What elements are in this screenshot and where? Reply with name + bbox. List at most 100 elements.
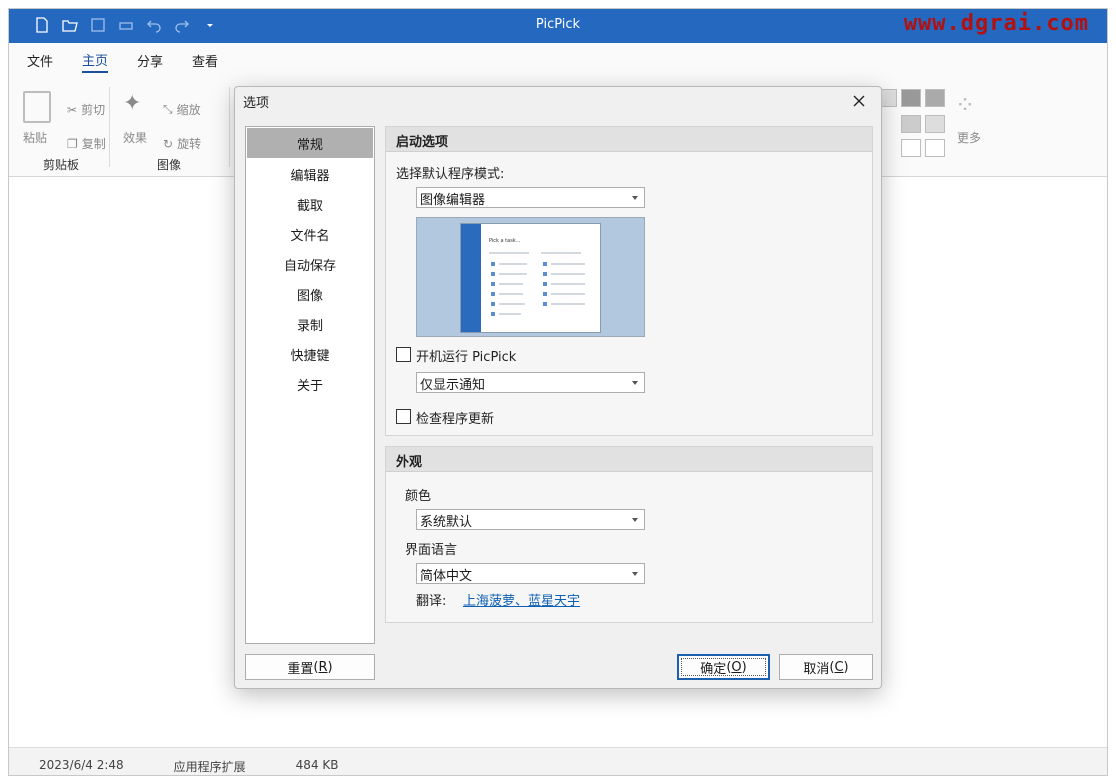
language-select-value: 简体中文 — [420, 569, 473, 584]
preview-line — [499, 283, 523, 285]
chevron-down-icon — [632, 196, 638, 200]
preview-heading: Pick a task... — [489, 238, 521, 244]
rotate-icon: ↻ — [163, 136, 174, 151]
preview-line — [499, 293, 523, 295]
cancel-button[interactable]: 取消(C) — [779, 654, 873, 680]
appearance-panel-header: 外观 — [386, 447, 872, 472]
color-swatch[interactable] — [925, 139, 945, 157]
nav-item-filename[interactable]: 文件名 — [246, 219, 374, 249]
language-label: 界面语言 — [405, 543, 458, 558]
cut-button[interactable]: ✂ 剪切 — [67, 101, 105, 118]
watermark-text: www.dgrai.com — [903, 11, 1089, 36]
file-size: 484 KB — [295, 758, 339, 772]
close-icon[interactable] — [849, 91, 869, 111]
background-status-bar: 2023/6/4 2:48 应用程序扩展 484 KB — [9, 747, 1107, 775]
preview-line — [499, 303, 525, 305]
notify-select[interactable]: 仅显示通知 — [416, 372, 645, 393]
more-icon[interactable]: ⁘ — [955, 91, 975, 119]
nav-item-about[interactable]: 关于 — [246, 369, 374, 399]
more-button[interactable]: 更多 — [957, 129, 981, 146]
dialog-title: 选项 — [243, 96, 270, 111]
preview-dot — [491, 262, 495, 266]
mode-select[interactable]: 图像编辑器 — [416, 187, 645, 208]
translator-link[interactable]: 上海菠萝、蓝星天宇 — [463, 590, 580, 609]
run-at-startup-label[interactable]: 开机运行 PicPick — [416, 346, 516, 365]
translate-label: 翻译: — [416, 594, 447, 609]
clipboard-group-label: 剪贴板 — [42, 158, 79, 172]
clipboard-group: 粘贴 ✂ 剪切 ❐ 复制 剪贴板 — [15, 81, 107, 177]
nav-item-capture[interactable]: 截取 — [246, 189, 374, 219]
run-at-startup-checkbox[interactable] — [396, 347, 411, 362]
rotate-button[interactable]: ↻ 旋转 — [163, 135, 201, 152]
nav-item-editor[interactable]: 编辑器 — [246, 159, 374, 189]
copy-button[interactable]: ❐ 复制 — [67, 135, 106, 152]
preview-dot — [491, 302, 495, 306]
chevron-down-icon — [632, 572, 638, 576]
magic-wand-icon[interactable]: ✦ — [123, 91, 141, 116]
mode-select-value: 图像编辑器 — [420, 193, 486, 208]
ok-button[interactable]: 确定(O) — [677, 654, 770, 680]
ribbon-tabs: 文件 主页 分享 查看 — [9, 43, 1107, 77]
nav-item-recording[interactable]: 录制 — [246, 309, 374, 339]
preview-line — [499, 273, 527, 275]
tab-view[interactable]: 查看 — [192, 49, 218, 72]
preview-dot — [543, 272, 547, 276]
nav-item-autosave[interactable]: 自动保存 — [246, 249, 374, 279]
preview-line — [489, 252, 529, 254]
color-select[interactable]: 系统默认 — [416, 509, 645, 530]
chevron-down-icon — [632, 518, 638, 522]
preview-line — [541, 252, 581, 254]
preview-sidebar — [461, 224, 481, 332]
resize-button[interactable]: ⤡ 缩放 — [163, 101, 201, 118]
options-dialog: 选项 常规 编辑器 截取 文件名 自动保存 图像 录制 快捷键 关于 启动选项 … — [234, 86, 882, 689]
check-update-label[interactable]: 检查程序更新 — [416, 408, 494, 427]
preview-dot — [543, 282, 547, 286]
copy-icon: ❐ — [67, 136, 78, 151]
resize-icon: ⤡ — [163, 102, 173, 116]
color-swatch[interactable] — [901, 89, 921, 107]
image-group-label: 图像 — [156, 158, 181, 172]
mode-preview-image: Pick a task... — [416, 217, 645, 337]
reset-button[interactable]: 重置(R) — [245, 654, 375, 680]
copy-label: 复制 — [81, 137, 106, 151]
preview-dot — [543, 302, 547, 306]
preview-line — [551, 263, 585, 265]
paste-icon[interactable] — [23, 91, 51, 123]
preview-line — [499, 263, 527, 265]
ribbon-divider — [229, 87, 230, 167]
cut-label: 剪切 — [81, 103, 106, 117]
color-select-value: 系统默认 — [420, 515, 473, 530]
preview-dot — [543, 292, 547, 296]
startup-panel: 启动选项 选择默认程序模式: 图像编辑器 Pick a task... 开机运行… — [385, 126, 873, 436]
preview-dot — [543, 262, 547, 266]
preview-dot — [491, 292, 495, 296]
color-swatch[interactable] — [901, 115, 921, 133]
paste-button[interactable]: 粘贴 — [23, 129, 47, 146]
tab-home[interactable]: 主页 — [82, 48, 109, 73]
file-type: 应用程序扩展 — [173, 760, 246, 774]
nav-item-general[interactable]: 常规 — [247, 128, 373, 158]
cancel-label: 取消 — [803, 661, 830, 677]
color-swatch[interactable] — [901, 139, 921, 157]
rotate-label: 旋转 — [177, 137, 202, 151]
preview-line — [551, 283, 585, 285]
preview-line — [551, 273, 585, 275]
language-select[interactable]: 简体中文 — [416, 563, 645, 584]
color-swatch[interactable] — [925, 89, 945, 107]
nav-item-hotkeys[interactable]: 快捷键 — [246, 339, 374, 369]
preview-dot — [491, 282, 495, 286]
color-swatch[interactable] — [925, 115, 945, 133]
ok-accelerator: O — [731, 659, 742, 675]
tab-file[interactable]: 文件 — [27, 49, 53, 72]
nav-item-image[interactable]: 图像 — [246, 279, 374, 309]
notify-select-value: 仅显示通知 — [420, 378, 486, 393]
options-nav: 常规 编辑器 截取 文件名 自动保存 图像 录制 快捷键 关于 — [245, 126, 375, 644]
check-update-checkbox[interactable] — [396, 409, 411, 424]
resize-label: 缩放 — [176, 103, 201, 117]
reset-accelerator: R — [318, 659, 328, 675]
image-group: ✦ 效果 ⤡ 缩放 ↻ 旋转 图像 — [113, 81, 225, 177]
tab-share[interactable]: 分享 — [137, 49, 163, 72]
title-bar: PicPick www.dgrai.com — [9, 9, 1107, 43]
preview-dot — [491, 272, 495, 276]
effects-button[interactable]: 效果 — [123, 129, 147, 146]
